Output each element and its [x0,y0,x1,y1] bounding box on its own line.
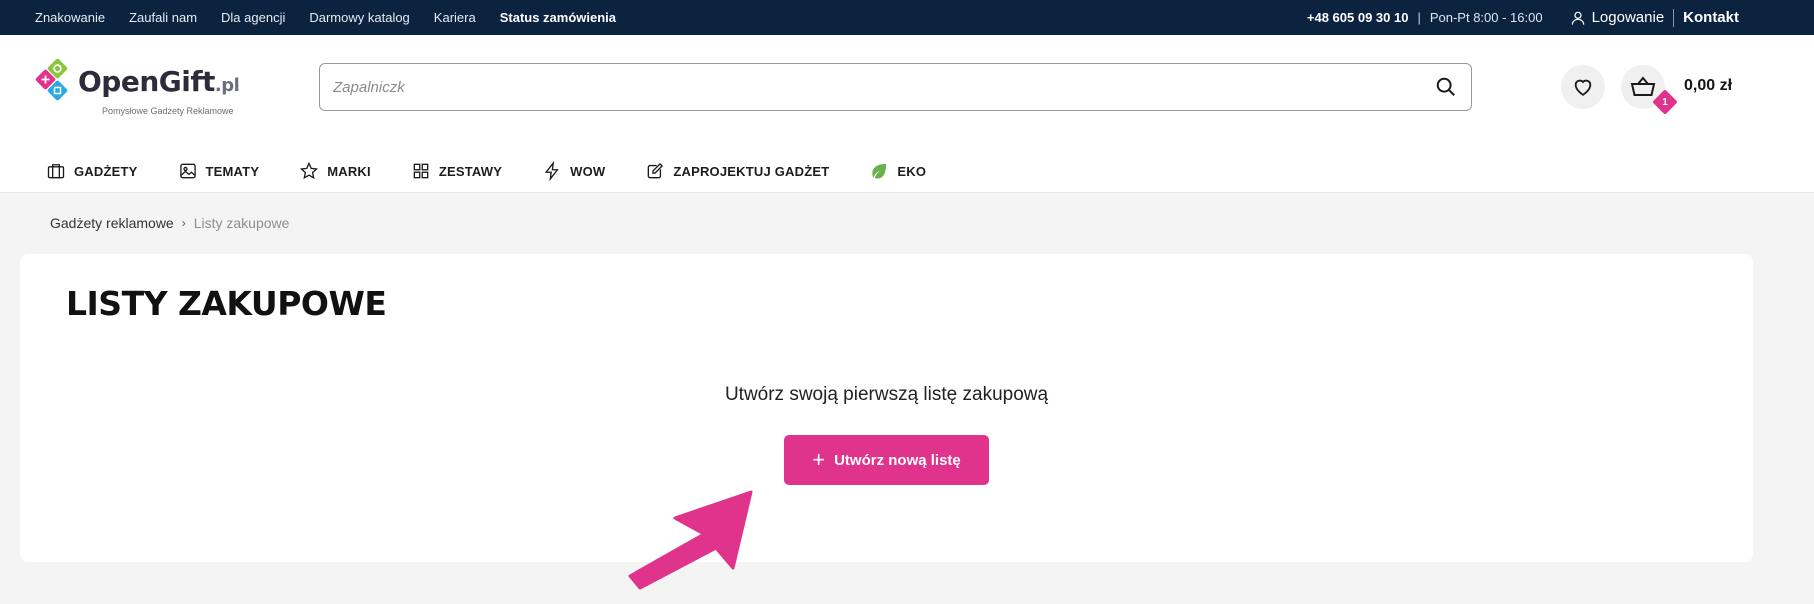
phone-number[interactable]: +48 605 09 30 10 [1307,10,1409,25]
create-list-label: Utwórz nową listę [834,451,961,469]
search-icon[interactable] [1435,76,1457,98]
logo-mark-icon [35,59,68,101]
chevron-right-icon: › [181,216,186,230]
empty-state-text: Utwórz swoją pierwszą listę zakupową [724,384,1049,405]
cart-count-badge: 1 [1652,89,1678,115]
top-separator: | [1417,10,1421,25]
user-icon [1571,11,1584,25]
top-divider [1673,8,1675,27]
nav-item-eko[interactable]: EKO [869,161,926,181]
nav-item-zaprojektuj-gadzet[interactable]: ZAPROJEKTUJ GADŻET [645,161,829,181]
nav-item-tematy[interactable]: TEMATY [178,161,260,181]
top-links: Znakowanie Zaufali nam Dla agencji Darmo… [35,0,616,35]
nav-item-wow[interactable]: WOW [542,161,605,181]
heart-icon [1574,79,1592,96]
grid-icon [413,163,429,179]
nav-item-marki[interactable]: MARKI [299,161,371,181]
breadcrumb-home[interactable]: Gadżety reklamowe [50,215,174,231]
breadcrumb-current: Listy zakupowe [193,215,290,231]
nav-item-zestawy[interactable]: ZESTAWY [411,161,502,181]
briefcase-icon [47,164,65,179]
search-box [319,63,1472,111]
logo[interactable]: OpenGift.pl Pomysłowe Gadżety Reklamowe [34,59,244,123]
contact-link[interactable]: Kontakt [1683,9,1739,26]
edit-icon [648,162,664,179]
top-link-darmowy-katalog[interactable]: Darmowy katalog [309,10,409,25]
logo-tagline: Pomysłowe Gadżety Reklamowe [102,106,234,116]
login-link[interactable]: Logowanie [1570,9,1665,26]
nav-item-gadzety[interactable]: GADŻETY [46,161,138,181]
logo-name: OpenGift.pl [78,65,240,98]
cart-amount[interactable]: 0,00 zł [1684,77,1732,95]
main-nav: GADŻETY TEMATY MARKI ZESTAWY WOW ZAPROJE… [46,155,966,187]
basket-icon [1630,76,1656,96]
plus-icon: + [812,447,826,472]
top-link-kariera[interactable]: Kariera [434,10,476,25]
top-link-dla-agencji[interactable]: Dla agencji [221,10,285,25]
opening-hours: Pon-Pt 8:00 - 16:00 [1429,10,1543,25]
leaf-icon [872,163,887,179]
header: OpenGift.pl Pomysłowe Gadżety Reklamowe … [0,35,1814,193]
search-input[interactable] [320,64,1400,110]
lightning-icon [544,161,559,181]
page-title: LISTY ZAKUPOWE [66,284,387,323]
shopping-lists-panel: LISTY ZAKUPOWE Utwórz swoją pierwszą lis… [20,254,1753,562]
star-icon [300,161,319,180]
top-bar: Znakowanie Zaufali nam Dla agencji Darmo… [0,0,1814,35]
image-icon [179,163,196,179]
top-contact-info: +48 605 09 30 10 | Pon-Pt 8:00 - 16:00 L… [1307,0,1739,35]
create-list-button[interactable]: + Utwórz nową listę [784,435,989,485]
login-label: Logowanie [1591,9,1665,26]
wishlist-button[interactable] [1561,65,1605,109]
top-link-znakowanie[interactable]: Znakowanie [35,10,105,25]
cart-button[interactable]: 1 [1621,65,1678,115]
top-link-zaufali-nam[interactable]: Zaufali nam [129,10,197,25]
breadcrumb: Gadżety reklamowe › Listy zakupowe [50,215,289,231]
top-link-status-zamowienia[interactable]: Status zamówienia [500,10,616,25]
pointer-arrow-icon [628,490,753,590]
